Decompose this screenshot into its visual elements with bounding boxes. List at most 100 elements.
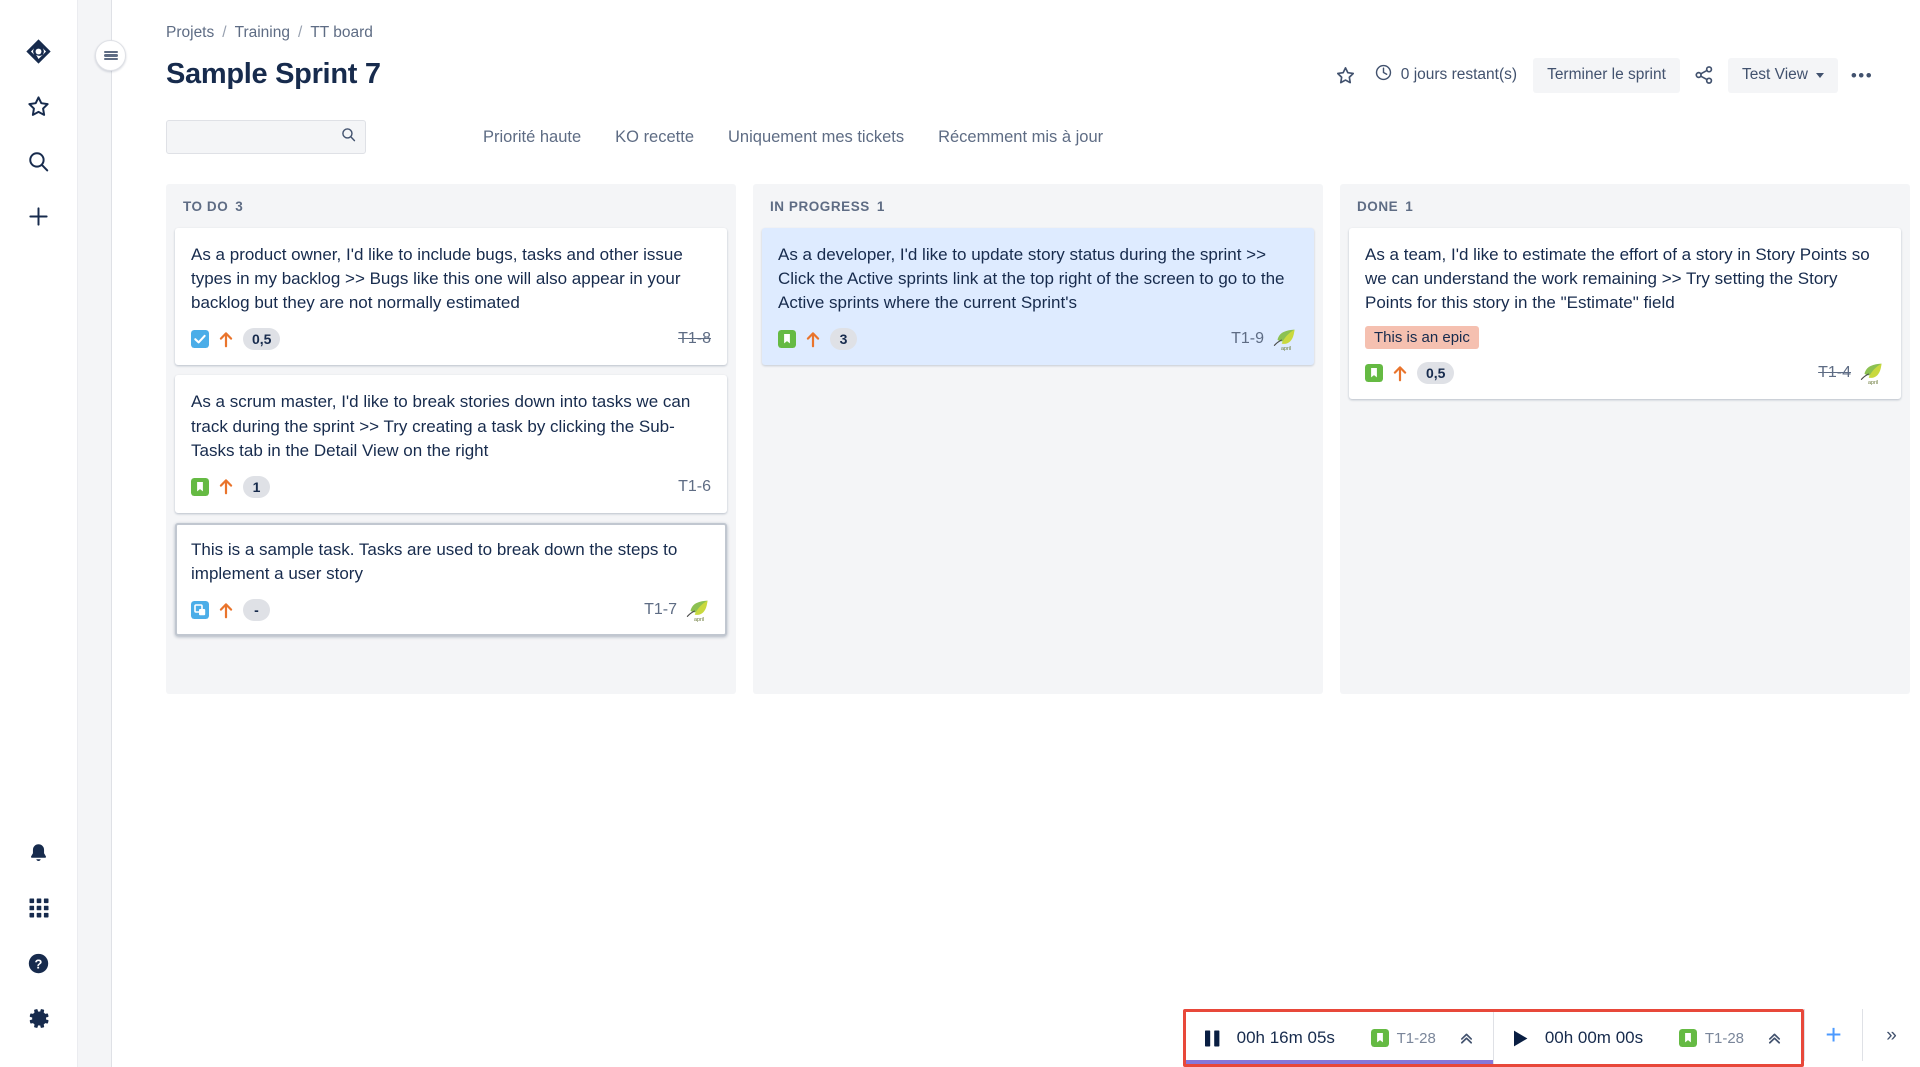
task-checkbox-icon[interactable] [191, 330, 209, 349]
play-icon[interactable] [1512, 1029, 1529, 1048]
story-bookmark-icon[interactable] [191, 477, 209, 496]
view-selector-label: Test View [1741, 66, 1808, 83]
priority-high-arrow-icon[interactable] [806, 331, 820, 348]
column-card-count: 1 [1405, 198, 1414, 214]
avatar[interactable]: april [1272, 326, 1298, 352]
pause-icon[interactable] [1204, 1029, 1221, 1048]
issue-summary: As a product owner, I'd like to include … [191, 245, 683, 313]
help-question-icon[interactable]: ? [16, 940, 62, 986]
svg-text:?: ? [35, 956, 43, 971]
priority-high-arrow-icon[interactable] [1393, 365, 1407, 382]
issue-summary: This is a sample task. Tasks are used to… [191, 539, 678, 583]
issue-meta-right: T1-9 april [1231, 326, 1298, 352]
global-navigation-sidebar: ? [0, 0, 78, 1067]
star-icon[interactable] [1328, 57, 1364, 93]
issue-card-footer: 1 T1-6 [191, 474, 711, 500]
column-header-todo: TO DO 3 [175, 184, 727, 228]
add-timer-button[interactable]: + [1804, 1009, 1862, 1061]
svg-text:april: april [1868, 380, 1878, 386]
timer-issue-ref[interactable]: T1-28 [1678, 1029, 1744, 1047]
priority-high-arrow-icon[interactable] [219, 602, 233, 619]
breadcrumb-item-training[interactable]: Training [235, 24, 290, 42]
page-title: Sample Sprint 7 [166, 58, 381, 91]
hamburger-bar [103, 54, 118, 57]
collapse-timerbar-button[interactable]: » [1862, 1009, 1920, 1061]
avatar[interactable]: april [685, 597, 711, 623]
issue-card[interactable]: As a team, I'd like to estimate the effo… [1349, 228, 1901, 400]
page-header-row: Sample Sprint 7 0 jours restant(s) Termi [166, 52, 1880, 98]
issue-meta-right: T1-4 april [1818, 360, 1885, 386]
issue-key[interactable]: T1-8 [678, 330, 711, 348]
board-search-input[interactable] [166, 120, 366, 154]
column-title: DONE [1357, 198, 1399, 214]
issue-meta-left: - [191, 599, 270, 621]
hamburger-bar [103, 50, 118, 53]
epic-label-badge[interactable]: This is an epic [1365, 326, 1479, 350]
story-points-estimate[interactable]: 1 [243, 475, 270, 498]
story-bookmark-icon[interactable] [1365, 364, 1383, 383]
column-card-count: 1 [876, 198, 885, 214]
sidebar-toggle-hamburger-button[interactable] [95, 40, 126, 71]
issue-summary: As a developer, I'd like to update story… [778, 245, 1285, 313]
issue-card-footer: 0,5 T1-4 april [1365, 360, 1885, 386]
chevron-double-up-icon[interactable] [1452, 1030, 1475, 1047]
column-title: IN PROGRESS [770, 198, 870, 214]
hamburger-bar [103, 58, 118, 61]
chevron-double-up-icon[interactable] [1760, 1030, 1783, 1047]
issue-card[interactable]: As a product owner, I'd like to include … [175, 228, 727, 366]
starred-icon[interactable] [16, 83, 62, 129]
story-points-estimate[interactable]: - [243, 599, 270, 621]
complete-sprint-button[interactable]: Terminer le sprint [1533, 57, 1680, 93]
more-actions-button[interactable]: ••• [1844, 57, 1880, 93]
share-icon[interactable] [1686, 57, 1722, 93]
story-bookmark-icon[interactable] [778, 330, 796, 349]
board-column-inprogress: IN PROGRESS 1 As a developer, I'd like to … [753, 184, 1323, 694]
issue-meta-right: T1-6 [678, 478, 711, 496]
search-icon[interactable] [16, 138, 62, 184]
issue-card[interactable]: As a developer, I'd like to update story… [762, 228, 1314, 366]
timer-active-underline [1185, 1060, 1493, 1064]
breadcrumb-separator: / [222, 24, 227, 41]
column-header-done: DONE 1 [1349, 184, 1901, 228]
column-title: TO DO [183, 198, 229, 214]
clock-icon [1374, 63, 1393, 87]
priority-high-arrow-icon[interactable] [219, 478, 233, 495]
breadcrumb-item-projets[interactable]: Projets [166, 24, 214, 42]
priority-high-arrow-icon[interactable] [219, 331, 233, 348]
create-icon[interactable] [16, 193, 62, 239]
quick-filter-priorite-haute[interactable]: Priorité haute [466, 122, 598, 153]
story-bookmark-icon [1678, 1029, 1697, 1047]
notifications-bell-icon[interactable] [16, 830, 62, 876]
breadcrumb-item-tt-board[interactable]: TT board [310, 24, 373, 42]
column-card-count: 3 [235, 198, 244, 214]
avatar[interactable]: april [1859, 360, 1885, 386]
view-selector-dropdown[interactable]: Test View [1727, 57, 1838, 93]
story-points-estimate[interactable]: 3 [830, 328, 857, 351]
app-switcher-grid-icon[interactable] [16, 885, 62, 931]
subtask-icon[interactable] [191, 601, 209, 619]
timer-entry: 00h 00m 00s T1-28 [1493, 1012, 1801, 1064]
issue-key[interactable]: T1-4 [1818, 364, 1851, 382]
search-field-wrapper [166, 120, 366, 154]
timer-issue-ref[interactable]: T1-28 [1370, 1029, 1436, 1047]
timer-group-highlighted: 00h 16m 05s T1-28 00h 00m 00s T1-28 [1182, 1009, 1804, 1067]
issue-card[interactable]: This is a sample task. Tasks are used to… [175, 522, 727, 636]
timer-issue-key: T1-28 [1704, 1029, 1744, 1047]
issue-summary: As a team, I'd like to estimate the effo… [1365, 245, 1870, 313]
issue-key[interactable]: T1-9 [1231, 330, 1264, 348]
issue-key[interactable]: T1-7 [644, 601, 677, 619]
jira-logo-icon[interactable] [16, 28, 62, 74]
quick-filter-ko-recette[interactable]: KO recette [598, 122, 711, 153]
timer-elapsed-time: 00h 16m 05s [1236, 1028, 1335, 1047]
svg-text:april: april [694, 617, 704, 623]
quick-filter-recemment-mis-a-jour[interactable]: Récemment mis à jour [921, 122, 1120, 153]
header-actions: 0 jours restant(s) Terminer le sprint Te… [1328, 57, 1880, 93]
quick-filter-uniquement-mes-tickets[interactable]: Uniquement mes tickets [711, 122, 921, 153]
issue-meta-left: 3 [778, 328, 857, 351]
settings-gear-icon[interactable] [16, 995, 62, 1041]
issue-card[interactable]: As a scrum master, I'd like to break sto… [175, 375, 727, 513]
issue-key[interactable]: T1-6 [678, 478, 711, 496]
story-points-estimate[interactable]: 0,5 [1417, 362, 1455, 385]
breadcrumb: Projets / Training / TT board [166, 22, 1880, 44]
story-points-estimate[interactable]: 0,5 [243, 328, 281, 351]
